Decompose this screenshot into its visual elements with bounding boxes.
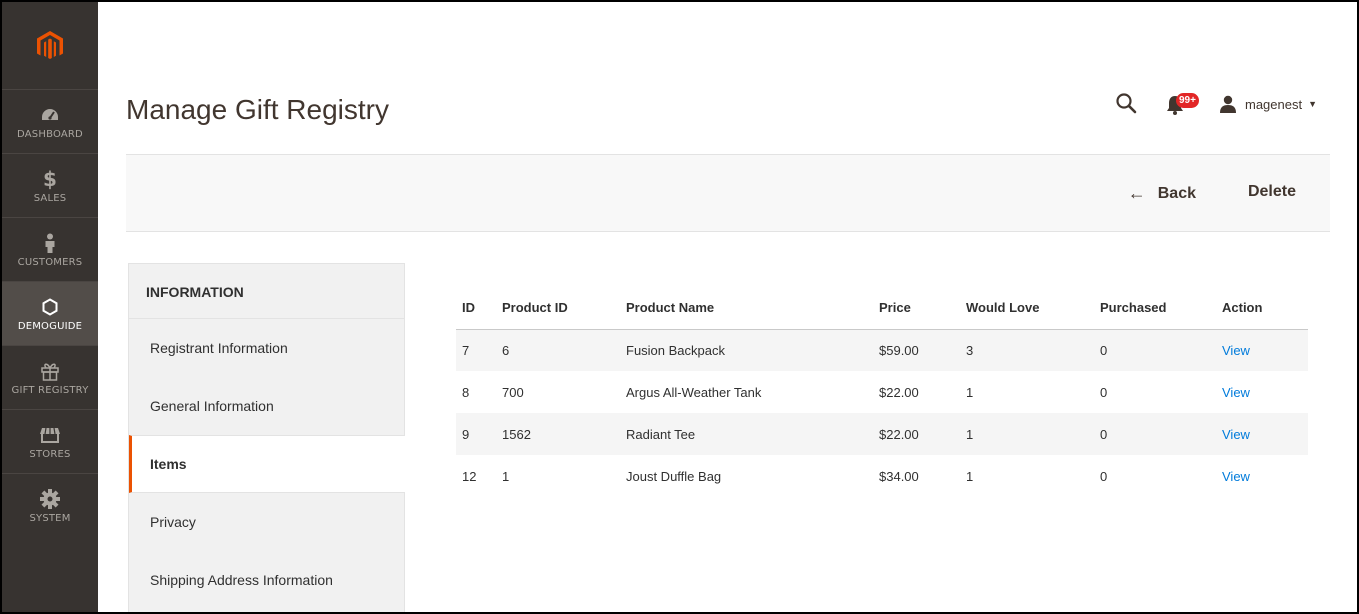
search-icon[interactable]: [1115, 92, 1139, 116]
cell-product-name: Fusion Backpack: [626, 329, 879, 371]
gift-icon: [40, 360, 60, 382]
sidebar-item-dashboard[interactable]: DASHBOARD: [2, 90, 98, 154]
column-header-would-love: Would Love: [966, 287, 1100, 330]
sidebar-item-gift-registry[interactable]: GIFT REGISTRY: [2, 346, 98, 410]
cell-id: 9: [456, 413, 502, 455]
view-link[interactable]: View: [1222, 385, 1250, 400]
cell-price: $34.00: [879, 468, 919, 484]
admin-window: DASHBOARD $ SALES CUSTOMERS DEMOGUIDE GI…: [0, 0, 1359, 614]
column-header-action: Action: [1222, 287, 1308, 330]
column-header-product-name: Product Name: [626, 287, 879, 330]
column-header-product-id: Product ID: [502, 287, 626, 330]
notification-count-badge: 99+: [1175, 93, 1199, 108]
cell-product-id: 6: [502, 329, 626, 371]
back-button[interactable]: ← Back: [1128, 183, 1196, 204]
view-link[interactable]: View: [1222, 469, 1250, 484]
cell-action: View: [1222, 413, 1308, 455]
cell-would-love: 3: [966, 329, 1100, 371]
user-account-menu[interactable]: magenest ▼: [1219, 95, 1317, 113]
cell-price: $59.00: [879, 329, 966, 371]
table-row: 8 700 Argus All-Weather Tank $22.00 1 0 …: [456, 371, 1308, 413]
sidebar-item-label: GIFT REGISTRY: [11, 384, 89, 396]
column-header-id: ID: [456, 287, 502, 330]
page-actions-bar: ← Back Delete: [126, 154, 1330, 232]
cell-id: 8: [462, 384, 470, 400]
sidebar-item-label: CUSTOMERS: [17, 256, 83, 268]
tab-privacy[interactable]: Privacy: [129, 493, 404, 551]
user-icon: [1219, 95, 1236, 113]
table-row: 9 1562 Radiant Tee $22.00 1 0 View: [456, 413, 1308, 455]
tab-items[interactable]: Items: [129, 435, 405, 493]
cell-price: $22.00: [879, 413, 966, 455]
notifications-button[interactable]: 99+: [1165, 92, 1199, 116]
username: magenest: [1244, 96, 1303, 112]
tab-general-information[interactable]: General Information: [129, 377, 404, 435]
delete-button[interactable]: Delete: [1248, 183, 1296, 201]
dashboard-icon: [40, 104, 60, 126]
sidebar-item-label: STORES: [29, 448, 71, 460]
chevron-down-icon: ▼: [1308, 99, 1317, 109]
header-actions: 99+ magenest ▼: [1115, 92, 1317, 116]
cell-product-name: Radiant Tee: [626, 413, 879, 455]
gear-icon: [40, 488, 60, 510]
items-table: ID Product ID Product Name Price Would L…: [456, 287, 1308, 497]
back-button-label: Back: [1157, 184, 1196, 202]
magento-logo[interactable]: [2, 2, 98, 90]
hexagon-icon: [42, 296, 58, 318]
information-tabs: INFORMATION Registrant Information Gener…: [128, 263, 405, 612]
cell-purchased: 0: [1100, 384, 1108, 400]
cell-purchased: 0: [1100, 329, 1222, 371]
cell-purchased: 0: [1100, 413, 1222, 455]
person-icon: [44, 232, 56, 254]
dollar-icon: $: [43, 166, 57, 191]
sidebar-item-label: DASHBOARD: [17, 128, 83, 140]
cell-would-love: 1: [966, 468, 974, 484]
table-row: 12 1 Joust Duffle Bag $34.00 1 0 View: [456, 455, 1308, 497]
table-header-row: ID Product ID Product Name Price Would L…: [456, 287, 1308, 330]
cell-product-id: 1562: [502, 413, 626, 455]
cell-purchased: 0: [1100, 468, 1108, 484]
column-header-price: Price: [879, 287, 966, 330]
cell-would-love: 1: [966, 413, 1100, 455]
cell-id: 12: [462, 468, 477, 484]
sidebar-item-customers[interactable]: CUSTOMERS: [2, 218, 98, 282]
cell-would-love: 1: [966, 384, 974, 400]
sidebar-item-label: SALES: [33, 192, 67, 204]
table-row: 7 6 Fusion Backpack $59.00 3 0 View: [456, 329, 1308, 371]
page-title: Manage Gift Registry: [126, 94, 389, 125]
cell-action: View: [1222, 455, 1308, 497]
view-link[interactable]: View: [1222, 343, 1250, 358]
admin-sidebar: DASHBOARD $ SALES CUSTOMERS DEMOGUIDE GI…: [2, 2, 98, 612]
sidebar-item-stores[interactable]: STORES: [2, 410, 98, 474]
sidebar-item-label: DEMOGUIDE: [17, 320, 83, 332]
sidebar-item-label: SYSTEM: [29, 513, 71, 524]
tab-shipping-address-information[interactable]: Shipping Address Information: [129, 551, 404, 609]
magento-logo-icon: [37, 30, 63, 59]
cell-action: View: [1222, 371, 1308, 413]
cell-action: View: [1222, 329, 1308, 371]
cell-price: $22.00: [879, 384, 919, 400]
sidebar-item-demoguide[interactable]: DEMOGUIDE: [2, 282, 98, 346]
cell-product-name: Joust Duffle Bag: [626, 468, 722, 484]
cell-product-name: Argus All-Weather Tank: [626, 384, 762, 400]
cell-id: 7: [456, 329, 502, 371]
sidebar-item-sales[interactable]: $ SALES: [2, 154, 98, 218]
cell-product-id: 700: [502, 384, 524, 400]
sidebar-item-system[interactable]: SYSTEM: [2, 474, 98, 538]
tab-registrant-information[interactable]: Registrant Information: [129, 319, 404, 377]
arrow-left-icon: ←: [1127, 183, 1146, 203]
tabs-title: INFORMATION: [129, 264, 404, 319]
store-icon: [39, 424, 61, 446]
cell-product-id: 1: [502, 468, 510, 484]
column-header-purchased: Purchased: [1100, 287, 1222, 330]
view-link[interactable]: View: [1222, 427, 1250, 442]
